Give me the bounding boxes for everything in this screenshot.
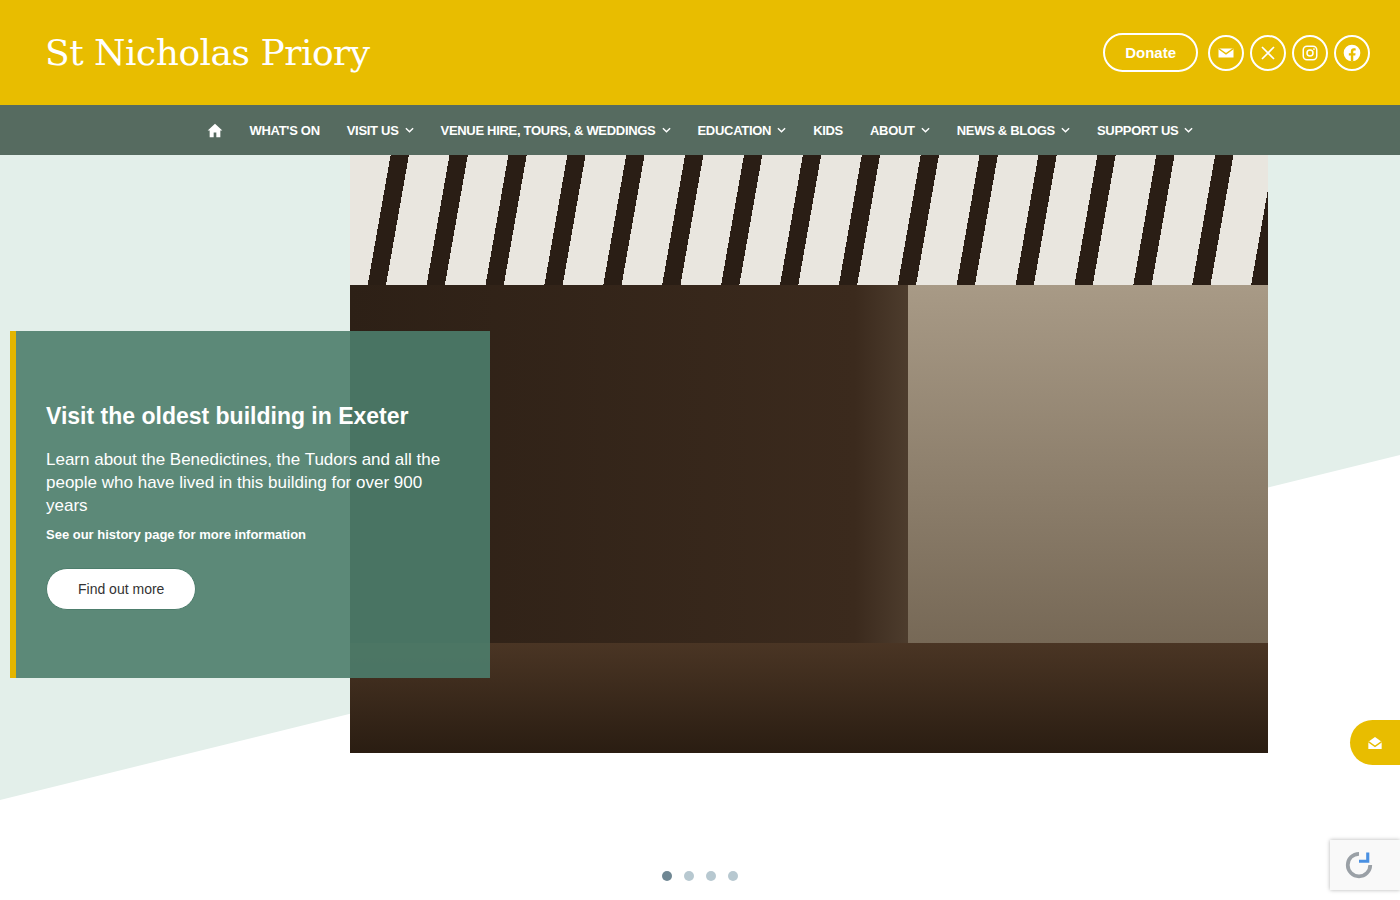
carousel-dot[interactable] — [684, 871, 694, 881]
nav-item[interactable]: EDUCATION — [698, 123, 787, 138]
site-logo[interactable]: St Nicholas Priory — [45, 32, 370, 73]
site-header: St Nicholas Priory Donate — [0, 0, 1400, 105]
envelope-icon — [1217, 44, 1235, 62]
nav-item[interactable]: WHAT'S ON — [250, 123, 320, 138]
page: St Nicholas Priory Donate WHAT'S ON VISI… — [0, 0, 1400, 900]
slide-text: Learn about the Benedictines, the Tudors… — [46, 448, 460, 517]
chevron-down-icon — [662, 127, 671, 133]
stone-wall — [908, 285, 1268, 705]
newsletter-tab[interactable] — [1350, 720, 1400, 765]
home-link[interactable] — [207, 123, 223, 138]
x-logo-icon — [1260, 45, 1276, 61]
hero-slider: Visit the oldest building in Exeter Lear… — [0, 155, 1400, 800]
carousel-dot[interactable] — [706, 871, 716, 881]
chevron-down-icon — [1061, 127, 1070, 133]
slide-caption: Visit the oldest building in Exeter Lear… — [10, 331, 490, 678]
nav-item[interactable]: ABOUT — [870, 123, 930, 138]
facebook-link[interactable] — [1334, 35, 1370, 71]
carousel-dots — [0, 800, 1400, 881]
recaptcha-badge — [1330, 840, 1400, 890]
social-links — [1208, 35, 1370, 71]
recaptcha-icon — [1344, 850, 1374, 880]
email-link[interactable] — [1208, 35, 1244, 71]
find-out-more-button[interactable]: Find out more — [46, 568, 196, 610]
main-nav: WHAT'S ON VISIT US VENUE HIRE, TOURS, & … — [0, 105, 1400, 155]
slide-note: See our history page for more informatio… — [46, 527, 460, 542]
header-actions: Donate — [1103, 33, 1370, 72]
nav-item[interactable]: SUPPORT US — [1097, 123, 1194, 138]
nav-item[interactable]: NEWS & BLOGS — [957, 123, 1070, 138]
donate-button[interactable]: Donate — [1103, 33, 1198, 72]
chevron-down-icon — [777, 127, 786, 133]
roof-beams — [350, 155, 1268, 285]
chevron-down-icon — [405, 127, 414, 133]
chevron-down-icon — [1184, 127, 1193, 133]
envelope-open-icon — [1367, 735, 1383, 751]
slide-title: Visit the oldest building in Exeter — [46, 403, 460, 430]
carousel-dot[interactable] — [662, 871, 672, 881]
facebook-icon — [1342, 43, 1362, 63]
home-icon — [207, 123, 223, 138]
instagram-link[interactable] — [1292, 35, 1328, 71]
x-link[interactable] — [1250, 35, 1286, 71]
carousel-dot[interactable] — [728, 871, 738, 881]
nav-item[interactable]: VISIT US — [347, 123, 414, 138]
nav-item[interactable]: VENUE HIRE, TOURS, & WEDDINGS — [441, 123, 671, 138]
chevron-down-icon — [921, 127, 930, 133]
instagram-icon — [1301, 44, 1319, 62]
nav-item[interactable]: KIDS — [813, 123, 843, 138]
